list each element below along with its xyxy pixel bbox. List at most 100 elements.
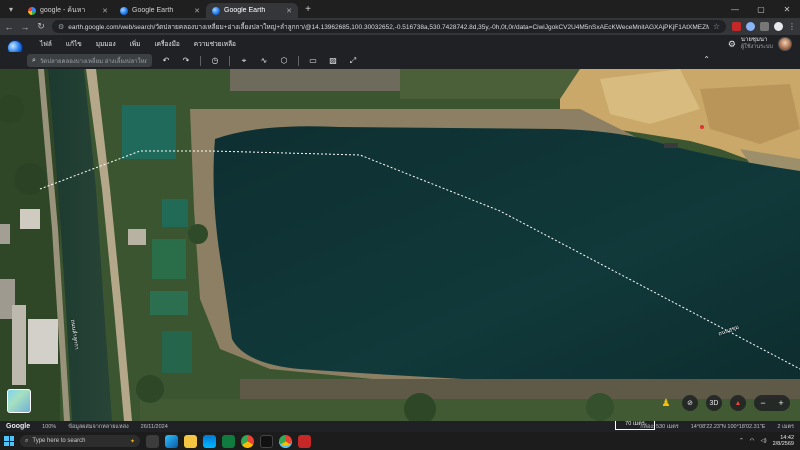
- menu-edit[interactable]: แก้ไข: [62, 39, 86, 49]
- url-text: earth.google.com/web/search/วัดปลายคลองบ…: [68, 23, 709, 31]
- add-path-icon[interactable]: ∿: [258, 56, 270, 65]
- undo-icon[interactable]: ↶: [160, 56, 172, 65]
- site-info-icon[interactable]: ⚙: [58, 23, 64, 31]
- excel-icon[interactable]: [222, 434, 235, 448]
- toolbar-divider: [298, 55, 299, 66]
- tiktok-icon[interactable]: [260, 434, 273, 448]
- cursor-coordinates: 14°08'22.23"N 100°18'02.31"E: [690, 423, 766, 430]
- earth-icon: [120, 6, 128, 15]
- zoom-out-button[interactable]: −: [760, 398, 765, 408]
- browser-toolbar: ← → ↻ ⚙ earth.google.com/web/search/วัดป…: [0, 18, 800, 35]
- chevron-up-icon[interactable]: ⌃: [703, 55, 710, 64]
- toggle-3d-button[interactable]: 3D: [706, 395, 722, 411]
- task-view-icon[interactable]: [146, 434, 159, 448]
- screen: ▾ google - ค้นหา ✕ Google Earth ✕ Google…: [0, 0, 800, 450]
- extensions-area: ⋮: [732, 22, 796, 31]
- windows-taskbar: ⌕ Type here to search ✦ ⌃ ◠ ◁) 14:42 2/8…: [0, 432, 800, 450]
- minimize-button[interactable]: —: [722, 5, 748, 14]
- map-controls: ♟ ⊘ 3D ▲ − +: [658, 395, 790, 411]
- measure-icon[interactable]: ⤢: [347, 56, 359, 66]
- menu-tools[interactable]: เครื่องมือ: [150, 39, 183, 49]
- compass-icon[interactable]: ⊘: [682, 395, 698, 411]
- profile-icon[interactable]: [774, 22, 783, 31]
- app-icon[interactable]: [298, 434, 311, 448]
- google-logo: Google: [6, 423, 31, 430]
- tray-chevron-icon[interactable]: ⌃: [739, 438, 744, 444]
- menu-add[interactable]: เพิ่ม: [126, 39, 145, 49]
- window-controls: — ▢ ✕: [722, 0, 800, 18]
- imagery-date: 26/11/2024: [140, 423, 168, 430]
- satellite-map-viewport[interactable]: ถนนลำลูกกา ถนนสุขุม ♟ ⊘ 3D ▲ − +: [0, 69, 800, 421]
- extensions-puzzle-icon[interactable]: [760, 22, 769, 31]
- chrome-icon[interactable]: [241, 434, 254, 448]
- satellite-imagery: [0, 69, 800, 421]
- account-subtitle: ผู้ใช้งานระบบ: [740, 44, 773, 50]
- tab-title: Google Earth: [224, 7, 266, 14]
- image-overlay-icon[interactable]: ▨: [327, 56, 339, 65]
- extension-icon[interactable]: [746, 22, 755, 31]
- menu-help[interactable]: ความช่วยเหลือ: [190, 39, 240, 49]
- zoom-level: 100%: [42, 423, 57, 430]
- store-icon[interactable]: [203, 434, 216, 448]
- earth-icon: [212, 6, 220, 15]
- scale-bar: 70 เมตร: [615, 421, 655, 430]
- elevation: 2 เมตร: [777, 423, 794, 430]
- search-input[interactable]: วัดปลายคลองบางเหลี่ยม อ่างเลี้ยงปลาใหญ่ …: [40, 56, 147, 66]
- browser-menu-icon[interactable]: ⋮: [788, 22, 796, 31]
- tab-google-search[interactable]: google - ค้นหา ✕: [22, 3, 114, 18]
- toolbar-divider: [229, 55, 230, 66]
- volume-icon[interactable]: ◁): [761, 438, 767, 444]
- earth-toolbar: ⌕ วัดปลายคลองบางเหลี่ยม อ่างเลี้ยงปลาใหญ…: [0, 52, 800, 69]
- search-icon: ⌕: [25, 437, 29, 444]
- forward-icon[interactable]: →: [20, 22, 30, 32]
- street-view-pegman-icon[interactable]: ♟: [658, 395, 674, 411]
- menu-view[interactable]: มุมมอง: [92, 39, 120, 49]
- back-icon[interactable]: ←: [4, 22, 14, 32]
- settings-gear-icon[interactable]: ⚙: [728, 39, 736, 50]
- historical-imagery-icon[interactable]: ◷: [209, 56, 221, 65]
- windows-start-icon[interactable]: [4, 436, 14, 446]
- redo-icon[interactable]: ↷: [180, 56, 192, 65]
- earth-search-box[interactable]: ⌕ วัดปลายคลองบางเหลี่ยม อ่างเลี้ยงปลาใหญ…: [27, 54, 152, 67]
- search-icon: ⌕: [32, 56, 36, 64]
- system-tray: ⌃ ◠ ◁) 14:42 2/8/2569: [739, 435, 800, 447]
- slideshow-icon[interactable]: ▭: [307, 56, 319, 65]
- chrome-active-icon[interactable]: [279, 434, 292, 448]
- map-style-thumbnail[interactable]: [7, 389, 31, 413]
- new-tab-button[interactable]: +: [302, 4, 314, 16]
- bookmark-star-icon[interactable]: ☆: [713, 22, 720, 31]
- add-polygon-icon[interactable]: ⬡: [278, 56, 290, 65]
- add-placemark-icon[interactable]: ⌖: [238, 56, 250, 66]
- extension-icon[interactable]: [732, 22, 741, 31]
- file-explorer-icon[interactable]: [184, 434, 197, 448]
- edge-icon[interactable]: [165, 434, 178, 448]
- menu-file[interactable]: ไฟล์: [36, 39, 56, 49]
- close-window-button[interactable]: ✕: [774, 5, 800, 14]
- tab-google-earth-1[interactable]: Google Earth ✕: [114, 3, 206, 18]
- zoom-in-button[interactable]: +: [778, 398, 783, 408]
- browser-tab-strip: ▾ google - ค้นหา ✕ Google Earth ✕ Google…: [0, 0, 800, 18]
- avatar[interactable]: [778, 37, 792, 51]
- search-highlight-icon: ✦: [129, 438, 135, 445]
- maximize-button[interactable]: ▢: [748, 5, 774, 14]
- toolbar-divider: [200, 55, 201, 66]
- tab-google-earth-2[interactable]: Google Earth ✕: [206, 3, 298, 18]
- clock-date: 2/8/2569: [772, 441, 794, 447]
- data-attribution[interactable]: ข้อมูลผสมจากหลายแหล่ง: [68, 423, 128, 431]
- wifi-icon[interactable]: ◠: [750, 438, 755, 444]
- zoom-control: − +: [754, 395, 790, 411]
- address-bar[interactable]: ⚙ earth.google.com/web/search/วัดปลายคลอ…: [52, 20, 726, 33]
- tab-search-icon[interactable]: ▾: [4, 2, 18, 16]
- google-icon: [28, 6, 36, 15]
- tab-title: Google Earth: [132, 7, 174, 14]
- reload-icon[interactable]: ↻: [36, 21, 46, 32]
- taskbar-search[interactable]: ⌕ Type here to search ✦: [20, 435, 140, 447]
- account-name: นายชุมนา: [740, 37, 768, 43]
- close-icon[interactable]: ✕: [286, 7, 292, 15]
- earth-menu-bar: ไฟล์ แก้ไข มุมมอง เพิ่ม เครื่องมือ ความช…: [0, 35, 800, 55]
- close-icon[interactable]: ✕: [194, 7, 200, 15]
- close-icon[interactable]: ✕: [102, 7, 108, 15]
- clock[interactable]: 14:42 2/8/2569: [773, 435, 794, 447]
- north-compass-icon[interactable]: ▲: [730, 395, 746, 411]
- taskbar-search-input[interactable]: Type here to search: [32, 438, 85, 444]
